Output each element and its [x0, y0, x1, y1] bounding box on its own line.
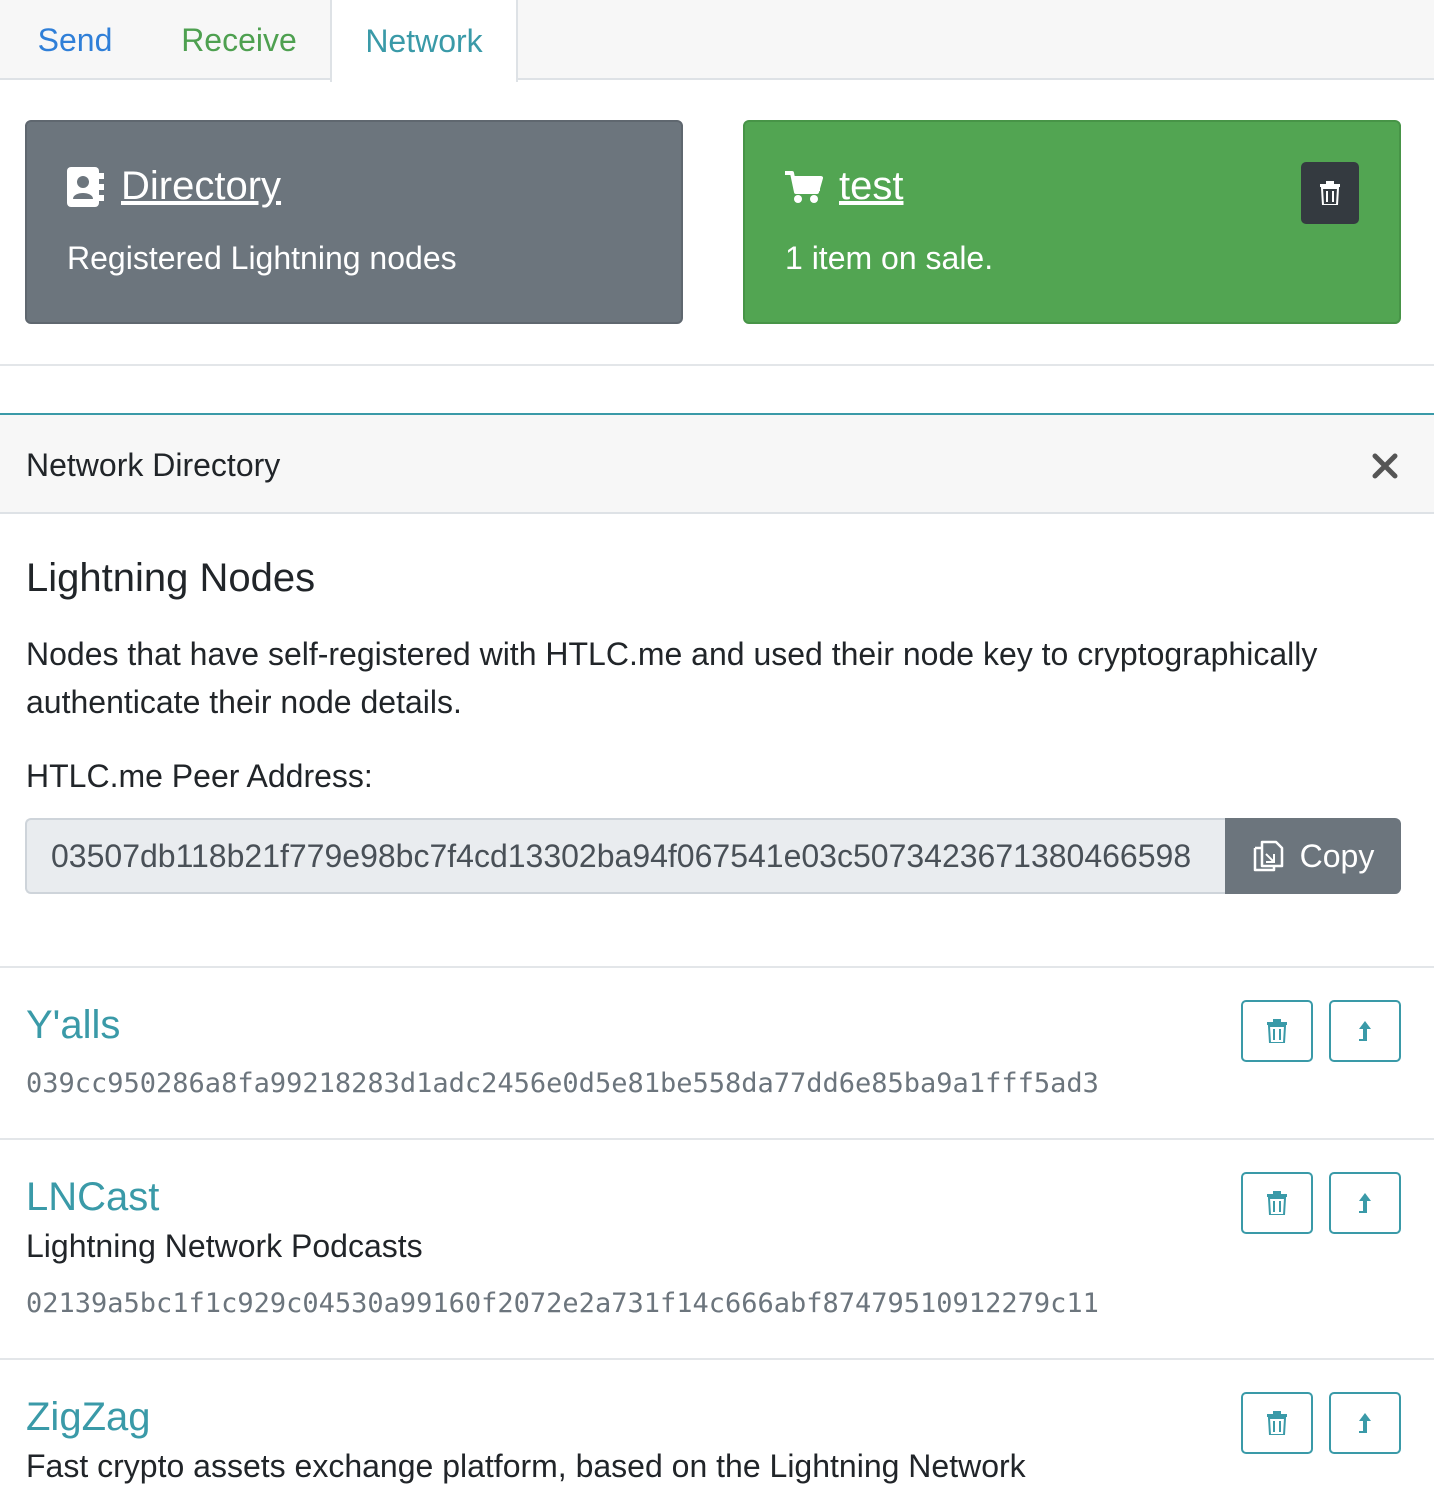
address-book-icon [67, 166, 105, 207]
copy-button-label: Copy [1299, 837, 1375, 874]
tab-receive[interactable]: Receive [150, 0, 328, 80]
trash-icon [1267, 1411, 1287, 1435]
shop-subtitle: 1 item on sale. [785, 240, 994, 276]
list-divider [0, 966, 1434, 968]
section-heading: Lightning Nodes [26, 556, 316, 600]
directory-link[interactable]: Directory [121, 164, 281, 209]
trash-icon [1267, 1019, 1287, 1043]
shop-card-title: test [785, 164, 903, 209]
node-name-link[interactable]: ZigZag [26, 1395, 151, 1440]
directory-card-title: Directory [67, 164, 281, 209]
arrow-up-icon [1356, 1191, 1374, 1215]
copy-button[interactable]: Copy [1225, 818, 1401, 894]
node-name-link[interactable]: Y'alls [26, 1003, 120, 1048]
section-divider [0, 364, 1434, 366]
connect-node-button[interactable] [1329, 1172, 1401, 1234]
arrow-up-icon [1356, 1019, 1374, 1043]
arrow-up-icon [1356, 1411, 1374, 1435]
node-name-link[interactable]: LNCast [26, 1175, 159, 1220]
peer-address-field[interactable]: 03507db118b21f779e98bc7f4cd13302ba94f067… [25, 818, 1226, 894]
delete-shop-button[interactable] [1301, 162, 1359, 224]
tab-bar: Send Receive Network [0, 0, 1434, 82]
trash-icon [1320, 181, 1340, 205]
panel-header: Network Directory [0, 413, 1434, 514]
node-description: Lightning Network Podcasts [26, 1228, 423, 1264]
trash-icon [1267, 1191, 1287, 1215]
close-panel-button[interactable] [1370, 451, 1400, 481]
node-description: Fast crypto assets exchange platform, ba… [26, 1448, 1026, 1484]
directory-subtitle: Registered Lightning nodes [67, 240, 457, 276]
node-public-key: 039cc950286a8fa99218283d1adc2456e0d5e81b… [26, 1068, 1099, 1099]
shop-card: test 1 item on sale. [743, 120, 1401, 324]
tab-send[interactable]: Send [0, 0, 150, 80]
list-divider [0, 1138, 1434, 1140]
shopping-cart-icon [785, 170, 823, 204]
shop-link[interactable]: test [839, 164, 903, 209]
node-public-key: 02139a5bc1f1c929c04530a99160f2072e2a731f… [26, 1288, 1099, 1319]
directory-card: Directory Registered Lightning nodes [25, 120, 683, 324]
delete-node-button[interactable] [1241, 1392, 1313, 1454]
tab-network[interactable]: Network [330, 0, 518, 82]
connect-node-button[interactable] [1329, 1392, 1401, 1454]
section-description: Nodes that have self-registered with HTL… [26, 636, 1318, 720]
copy-icon [1252, 840, 1286, 872]
delete-node-button[interactable] [1241, 1172, 1313, 1234]
close-icon [1370, 451, 1400, 481]
delete-node-button[interactable] [1241, 1000, 1313, 1062]
list-divider [0, 1358, 1434, 1360]
peer-address-label: HTLC.me Peer Address: [26, 758, 373, 794]
panel-title: Network Directory [26, 447, 281, 483]
connect-node-button[interactable] [1329, 1000, 1401, 1062]
